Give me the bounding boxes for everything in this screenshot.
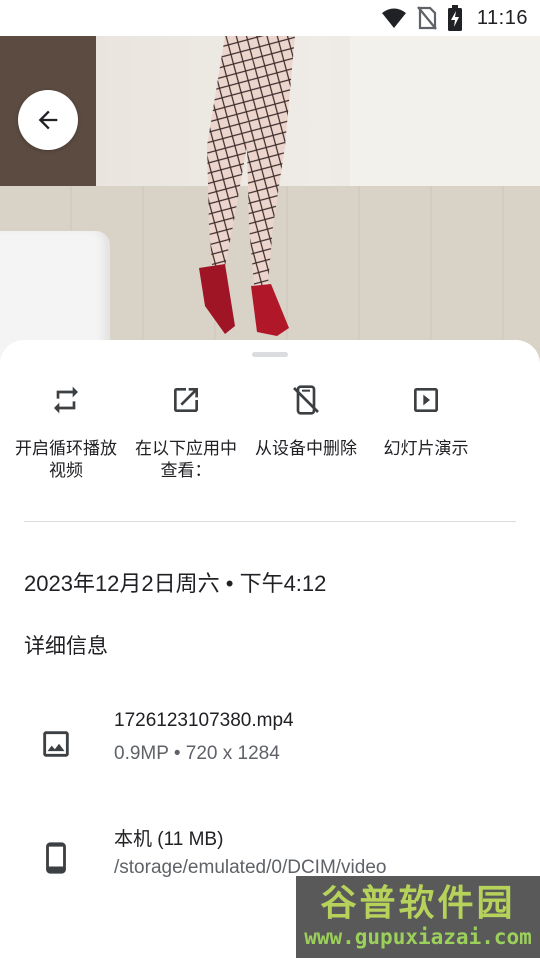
- preview-legs: [199, 36, 295, 336]
- details-bottom-sheet: 开启循环播放视频 在以下应用中查看： 从设备中删除 幻灯片演示 2023年12月…: [0, 340, 540, 960]
- open-with-label: 在以下应用中查看：: [135, 439, 237, 480]
- phone-delete-icon: [284, 378, 328, 422]
- delete-from-device-label: 从设备中删除: [255, 439, 357, 458]
- file-name: 1726123107380.mp4: [114, 710, 294, 731]
- open-with-button[interactable]: 在以下应用中查看：: [126, 378, 246, 482]
- capture-datetime: 2023年12月2日周六 • 下午4:12: [24, 571, 327, 596]
- watermark-title: 谷普软件园: [320, 883, 516, 924]
- slideshow-label: 幻灯片演示: [383, 439, 469, 458]
- loop-video-button[interactable]: 开启循环播放视频: [6, 378, 126, 482]
- image-icon: [36, 724, 76, 764]
- slideshow-icon: [404, 378, 448, 422]
- watermark-url: www.gupuxiazai.com: [304, 925, 532, 949]
- status-time: 11:16: [476, 6, 528, 29]
- loop-video-label: 开启循环播放视频: [15, 439, 117, 480]
- back-button[interactable]: [18, 90, 78, 150]
- repeat-icon: [44, 378, 88, 422]
- open-in-new-icon: [164, 378, 208, 422]
- sheet-drag-handle[interactable]: [252, 352, 288, 357]
- status-bar: 11:16: [0, 0, 540, 36]
- watermark: 谷普软件园 www.gupuxiazai.com: [296, 876, 540, 958]
- slideshow-button[interactable]: 幻灯片演示: [366, 378, 486, 482]
- storage-name: 本机 (11 MB): [114, 829, 224, 850]
- arrow-back-icon: [38, 110, 58, 130]
- action-row: 开启循环播放视频 在以下应用中查看： 从设备中删除 幻灯片演示: [6, 378, 534, 482]
- file-meta: 0.9MP • 720 x 1284: [114, 743, 280, 764]
- battery-charging-icon: [447, 5, 463, 31]
- no-sim-icon: [417, 6, 437, 30]
- details-section-title: 详细信息: [24, 635, 108, 658]
- photo-preview[interactable]: [0, 36, 540, 366]
- phone-icon: [36, 838, 76, 878]
- wifi-icon: [381, 7, 407, 29]
- delete-from-device-button[interactable]: 从设备中删除: [246, 378, 366, 482]
- divider: [24, 521, 516, 522]
- preview-panel-right: [350, 36, 540, 186]
- file-info-row: 1726123107380.mp4 0.9MP • 720 x 1284: [0, 710, 540, 790]
